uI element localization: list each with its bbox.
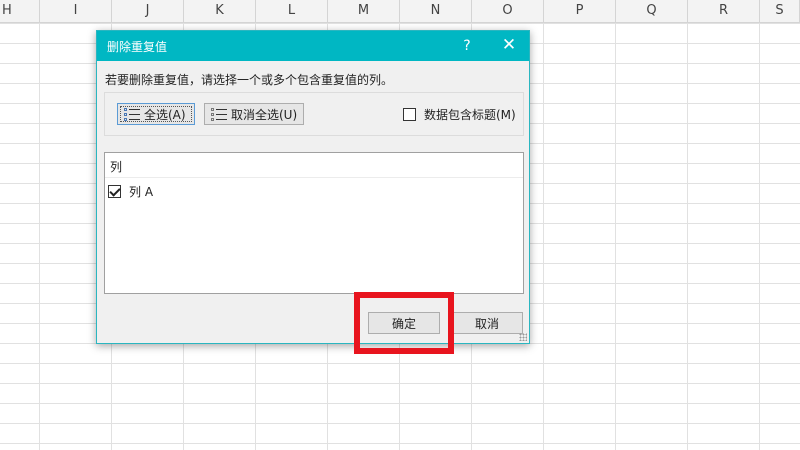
grid-line [615, 23, 616, 450]
columns-listbox[interactable]: 列 列 A [104, 152, 524, 294]
resize-grip[interactable] [519, 333, 527, 341]
column-header-l[interactable]: L [256, 0, 328, 22]
grid-line [759, 23, 760, 450]
unselect-all-icon [211, 107, 227, 121]
column-header-m[interactable]: M [328, 0, 400, 22]
grid-line [687, 23, 688, 450]
ok-button-highlight [354, 292, 454, 354]
remove-duplicates-dialog: 删除重复值 ? ✕ 若要删除重复值，请选择一个或多个包含重复值的列。 全选(A)… [96, 30, 530, 344]
column-header-k[interactable]: K [184, 0, 256, 22]
grid-line [543, 23, 544, 450]
column-header-n[interactable]: N [400, 0, 472, 22]
grid-line [39, 23, 40, 450]
column-a-checkbox[interactable] [108, 185, 121, 198]
list-item-column-a[interactable]: 列 A [108, 183, 153, 200]
column-header-bar: H I J K L M N O P Q R S [0, 0, 800, 23]
column-header-h[interactable]: H [0, 0, 40, 22]
unselect-all-label: 取消全选(U) [231, 107, 298, 122]
column-header-q[interactable]: Q [616, 0, 688, 22]
column-header-o[interactable]: O [472, 0, 544, 22]
column-header-j[interactable]: J [112, 0, 184, 22]
column-header-s[interactable]: S [760, 0, 800, 22]
column-a-label: 列 A [129, 185, 154, 199]
cancel-button[interactable]: 取消 [451, 312, 523, 334]
dialog-titlebar[interactable]: 删除重复值 ? ✕ [97, 31, 529, 61]
help-button[interactable]: ? [457, 36, 477, 56]
has-headers-checkbox-row[interactable]: 数据包含标题(M) [403, 106, 516, 123]
close-button[interactable]: ✕ [499, 35, 519, 55]
select-all-icon [124, 107, 140, 121]
select-all-label: 全选(A) [144, 107, 186, 122]
has-headers-label: 数据包含标题(M) [424, 108, 516, 122]
selection-controls-group: 全选(A) 取消全选(U) 数据包含标题(M) [104, 92, 524, 136]
unselect-all-button[interactable]: 取消全选(U) [204, 103, 304, 125]
column-header-r[interactable]: R [688, 0, 760, 22]
list-divider [105, 177, 523, 178]
dialog-title: 删除重复值 [107, 40, 168, 54]
has-headers-checkbox[interactable] [403, 108, 416, 121]
instruction-text: 若要删除重复值，请选择一个或多个包含重复值的列。 [105, 73, 394, 87]
select-all-button[interactable]: 全选(A) [117, 103, 195, 125]
column-header-i[interactable]: I [40, 0, 112, 22]
column-header-p[interactable]: P [544, 0, 616, 22]
columns-list-header: 列 [110, 160, 123, 174]
